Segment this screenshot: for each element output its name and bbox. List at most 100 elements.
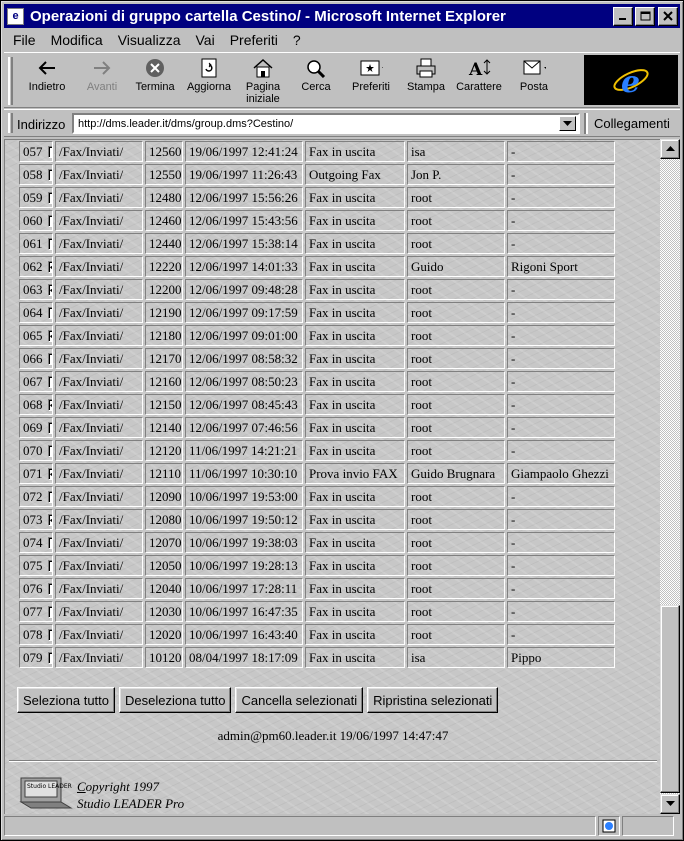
folder-cell: /Fax/Inviati/ <box>55 647 143 668</box>
mail-button[interactable]: Posta <box>512 57 556 105</box>
address-input[interactable]: http://dms.leader.it/dms/group.dms?Cesti… <box>72 113 580 134</box>
row-checkbox[interactable] <box>47 237 52 250</box>
doc-id-cell: 12020 <box>145 624 183 645</box>
stop-button[interactable]: Termina <box>132 57 178 105</box>
doc-id-cell: 12140 <box>145 417 183 438</box>
scroll-thumb[interactable] <box>660 605 680 793</box>
doc-id-cell: 12190 <box>145 302 183 323</box>
refresh-button[interactable]: Aggiorna <box>184 57 234 105</box>
recipient-cell: - <box>507 509 615 530</box>
doc-id-cell: 12090 <box>145 486 183 507</box>
row-number: 059 <box>23 189 43 205</box>
row-checkbox[interactable] <box>47 145 52 158</box>
subject-cell: Fax in uscita <box>305 532 405 553</box>
address-grip[interactable] <box>8 113 13 133</box>
row-checkbox[interactable] <box>47 214 52 227</box>
user-cell: root <box>407 440 505 461</box>
toolbar-grip[interactable] <box>8 57 13 105</box>
search-button[interactable]: Cerca <box>296 57 336 105</box>
menu-visualizza[interactable]: Visualizza <box>118 32 181 48</box>
row-number: 077 <box>23 603 43 619</box>
row-checkbox[interactable] <box>47 513 52 526</box>
row-checkbox[interactable] <box>47 352 52 365</box>
row-checkbox[interactable] <box>47 191 52 204</box>
favorites-button[interactable]: Preferiti <box>346 57 396 105</box>
user-cell: root <box>407 279 505 300</box>
home-button[interactable]: Pagina iniziale <box>240 57 286 105</box>
row-number-cell: 072 <box>19 486 53 507</box>
links-toolbar[interactable]: Collegamenti <box>586 113 680 134</box>
table-row: 077/Fax/Inviati/12030 10/06/1997 16:47:35… <box>19 601 615 622</box>
date-cell: 12/06/1997 14:01:33 <box>185 256 303 277</box>
menu-vai[interactable]: Vai <box>195 32 214 48</box>
row-number-cell: 065 <box>19 325 53 346</box>
print-button[interactable]: Stampa <box>404 57 448 105</box>
restore-selected-button[interactable]: Ripristina selezionati <box>367 687 499 713</box>
row-number-cell: 057 <box>19 141 53 162</box>
row-checkbox[interactable] <box>47 490 52 503</box>
search-icon <box>304 57 328 79</box>
row-number: 070 <box>23 442 43 458</box>
row-checkbox[interactable] <box>47 605 52 618</box>
menu-help[interactable]: ? <box>293 32 301 48</box>
row-number-cell: 061 <box>19 233 53 254</box>
status-text-area <box>4 816 596 836</box>
row-checkbox[interactable] <box>47 421 52 434</box>
row-checkbox[interactable] <box>47 559 52 572</box>
row-checkbox[interactable] <box>47 536 52 549</box>
forward-button[interactable]: Avanti <box>78 57 126 105</box>
table-row: 076/Fax/Inviati/12040 10/06/1997 17:28:11… <box>19 578 615 599</box>
folder-cell: /Fax/Inviati/ <box>55 187 143 208</box>
font-button[interactable]: A Carattere <box>454 57 504 105</box>
close-button[interactable] <box>658 6 678 26</box>
copyright-c[interactable]: C <box>77 779 86 794</box>
subject-cell: Outgoing Fax <box>305 164 405 185</box>
search-label: Cerca <box>301 81 331 93</box>
scroll-down-button[interactable] <box>660 794 680 814</box>
row-checkbox[interactable] <box>47 260 52 273</box>
doc-id-cell: 12460 <box>145 210 183 231</box>
select-all-button[interactable]: Seleziona tutto <box>17 687 116 713</box>
maximize-button[interactable] <box>635 6 655 26</box>
subject-cell: Fax in uscita <box>305 486 405 507</box>
folder-cell: /Fax/Inviati/ <box>55 371 143 392</box>
row-number: 062 <box>23 258 43 274</box>
vertical-scrollbar[interactable] <box>660 139 680 814</box>
row-checkbox[interactable] <box>47 467 52 480</box>
row-checkbox[interactable] <box>47 329 52 342</box>
row-checkbox[interactable] <box>47 283 52 296</box>
title-bar: e Operazioni di gruppo cartella Cestino/… <box>4 4 680 28</box>
row-checkbox[interactable] <box>47 651 52 664</box>
menu-preferiti[interactable]: Preferiti <box>230 32 278 48</box>
row-checkbox[interactable] <box>47 398 52 411</box>
row-checkbox[interactable] <box>47 628 52 641</box>
menu-file[interactable]: File <box>13 32 36 48</box>
user-cell: Jon P. <box>407 164 505 185</box>
date-cell: 12/06/1997 08:58:32 <box>185 348 303 369</box>
date-cell: 12/06/1997 08:45:43 <box>185 394 303 415</box>
table-row: 063/Fax/Inviati/12200 12/06/1997 09:48:28… <box>19 279 615 300</box>
table-row: 064/Fax/Inviati/12190 12/06/1997 09:17:59… <box>19 302 615 323</box>
studio-leader-logo[interactable]: Studio LEADER <box>19 776 75 810</box>
delete-selected-button[interactable]: Cancella selezionati <box>235 687 364 713</box>
status-resize-area <box>622 816 674 836</box>
doc-id-cell: 12200 <box>145 279 183 300</box>
folder-cell: /Fax/Inviati/ <box>55 348 143 369</box>
table-row: 062/Fax/Inviati/12220 12/06/1997 14:01:33… <box>19 256 615 277</box>
minimize-button[interactable] <box>613 6 633 26</box>
deselect-all-button[interactable]: Deseleziona tutto <box>119 687 232 713</box>
row-checkbox[interactable] <box>47 168 52 181</box>
scroll-up-button[interactable] <box>660 139 680 159</box>
recipient-cell: - <box>507 440 615 461</box>
row-checkbox[interactable] <box>47 375 52 388</box>
row-checkbox[interactable] <box>47 444 52 457</box>
back-button[interactable]: Indietro <box>26 57 68 105</box>
row-number-cell: 078 <box>19 624 53 645</box>
date-cell: 11/06/1997 10:30:10 <box>185 463 303 484</box>
address-dropdown-button[interactable] <box>559 116 576 131</box>
date-cell: 12/06/1997 09:48:28 <box>185 279 303 300</box>
row-checkbox[interactable] <box>47 306 52 319</box>
menu-modifica[interactable]: Modifica <box>51 32 103 48</box>
folder-cell: /Fax/Inviati/ <box>55 555 143 576</box>
row-checkbox[interactable] <box>47 582 52 595</box>
